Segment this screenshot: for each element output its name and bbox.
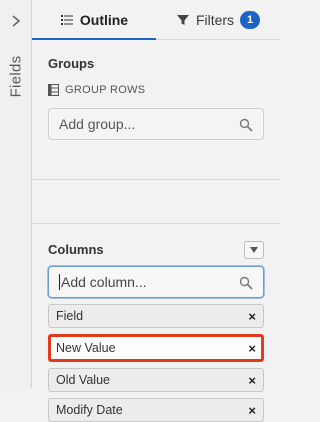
filter-icon bbox=[176, 14, 189, 25]
fields-rail[interactable]: Fields bbox=[0, 0, 32, 388]
panel-tabs: Outline Filters 1 bbox=[32, 0, 280, 40]
filters-count-badge: 1 bbox=[240, 10, 261, 29]
text-caret bbox=[59, 274, 60, 290]
group-rows-text: GROUP ROWS bbox=[65, 84, 146, 96]
list-icon bbox=[60, 14, 73, 25]
groups-section: Groups GROUP ROWS Add group... bbox=[32, 40, 280, 180]
column-chip-label: New Value bbox=[56, 341, 116, 355]
chevron-right-icon[interactable] bbox=[9, 14, 23, 28]
groups-title: Groups bbox=[48, 56, 95, 71]
columns-menu-button[interactable] bbox=[244, 241, 264, 259]
group-rows-label: GROUP ROWS bbox=[48, 84, 264, 96]
search-icon bbox=[239, 118, 253, 132]
remove-column-icon[interactable]: × bbox=[248, 403, 256, 418]
chevron-down-icon bbox=[250, 247, 258, 253]
remove-column-icon[interactable]: × bbox=[248, 341, 256, 356]
add-group-placeholder: Add group... bbox=[59, 116, 136, 132]
columns-section: Columns Add column... Field × New Value … bbox=[32, 224, 280, 422]
rows-icon bbox=[48, 84, 59, 96]
remove-column-icon[interactable]: × bbox=[248, 373, 256, 388]
columns-header: Columns bbox=[48, 240, 264, 260]
column-chip-label: Field bbox=[56, 309, 84, 323]
tab-outline-label: Outline bbox=[79, 11, 129, 28]
column-chip-new-value[interactable]: New Value × bbox=[48, 334, 264, 362]
columns-title: Columns bbox=[48, 242, 104, 257]
remove-column-icon[interactable]: × bbox=[248, 309, 256, 324]
outline-panel: Outline Filters 1 Groups GROUP ROWS Add … bbox=[32, 0, 280, 422]
tab-filters[interactable]: Filters 1 bbox=[156, 0, 280, 39]
add-column-input[interactable]: Add column... bbox=[48, 266, 264, 298]
fields-rail-label: Fields bbox=[7, 55, 25, 98]
add-column-placeholder: Add column... bbox=[61, 274, 147, 290]
column-chip-label: Modify Date bbox=[56, 403, 123, 417]
column-chip-field[interactable]: Field × bbox=[48, 304, 264, 328]
tab-filters-label: Filters bbox=[195, 11, 235, 28]
column-chip-modify-date[interactable]: Modify Date × bbox=[48, 398, 264, 422]
column-chip-label: Old Value bbox=[56, 373, 110, 387]
section-divider bbox=[32, 180, 280, 224]
tab-outline[interactable]: Outline bbox=[32, 0, 156, 40]
column-chip-old-value[interactable]: Old Value × bbox=[48, 368, 264, 392]
add-group-input[interactable]: Add group... bbox=[48, 108, 264, 140]
search-icon bbox=[239, 276, 253, 290]
